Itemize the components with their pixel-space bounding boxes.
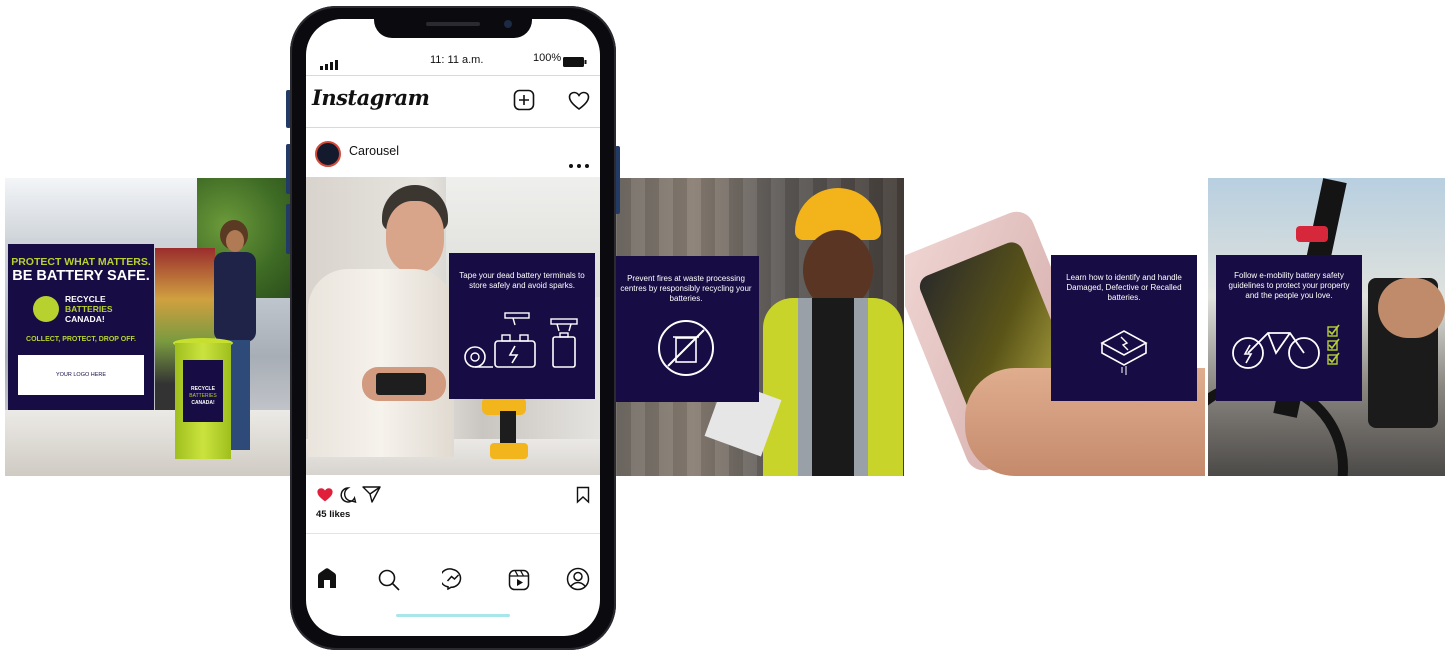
battery-in-hand xyxy=(376,373,426,395)
info-card-3: Prevent fires at waste processing centre… xyxy=(613,256,759,402)
nav-divider xyxy=(306,533,600,534)
man-face xyxy=(386,201,444,273)
share-icon[interactable] xyxy=(362,485,381,508)
poster-headline-2: BE BATTERY SAFE. xyxy=(12,268,150,284)
post-image[interactable]: Tape your dead battery terminals to stor… xyxy=(306,177,600,475)
bin-label-1: RECYCLE xyxy=(191,386,215,392)
instagram-logo: Instagram xyxy=(312,85,430,110)
bookmark-icon[interactable] xyxy=(576,486,590,509)
comment-icon[interactable] xyxy=(339,486,357,509)
post-username[interactable]: Carousel xyxy=(349,144,399,158)
bin-label-3: CANADA! xyxy=(191,400,215,406)
safety-vest xyxy=(763,298,903,476)
likes-count: 45 likes xyxy=(316,509,351,520)
slide-3: Prevent fires at waste processing centre… xyxy=(603,178,904,476)
poster-logo-line-2: BATTERIES xyxy=(65,304,113,314)
info-text-3: Prevent fires at waste processing centre… xyxy=(620,274,752,303)
avatar[interactable] xyxy=(315,141,341,167)
poster-headline-1: PROTECT WHAT MATTERS. xyxy=(11,256,151,268)
poster-tagline: COLLECT, PROTECT, DROP OFF. xyxy=(26,336,136,343)
info-card-5: Follow e-mobility battery safety guideli… xyxy=(1216,255,1362,401)
info-text-2: Tape your dead battery terminals to stor… xyxy=(459,271,585,290)
info-card-4: Learn how to identify and handle Damaged… xyxy=(1051,255,1197,401)
more-icon[interactable] xyxy=(568,156,590,174)
home-icon[interactable] xyxy=(316,567,338,594)
bin-label-2: BATTERIES xyxy=(189,393,217,399)
rider-hand xyxy=(1378,278,1445,338)
profile-icon[interactable] xyxy=(566,567,590,596)
slide-1: PROTECT WHAT MATTERS. BE BATTERY SAFE. R… xyxy=(5,178,292,476)
battery-icon xyxy=(563,54,587,72)
messenger-icon[interactable] xyxy=(439,568,464,595)
poster-logo: RECYCLE BATTERIES CANADA! xyxy=(33,294,129,326)
front-camera xyxy=(504,20,512,28)
taped-battery-icon xyxy=(464,312,578,368)
poster-panel: PROTECT WHAT MATTERS. BE BATTERY SAFE. R… xyxy=(8,244,154,410)
like-icon[interactable] xyxy=(316,487,334,508)
ebike-checklist-icon xyxy=(1232,324,1340,369)
power-drill xyxy=(482,397,538,461)
poster-logo-line-3: CANADA! xyxy=(65,314,105,324)
status-battery-percent: 100% xyxy=(533,52,562,64)
search-icon[interactable] xyxy=(378,569,400,596)
phone-screen: 11: 11 a.m. 100% Instagram Carousel Tape… xyxy=(306,19,600,636)
signal-icon xyxy=(320,57,338,75)
header-divider xyxy=(306,127,600,128)
bin-label-panel: RECYCLE BATTERIES CANADA! xyxy=(183,360,223,422)
logo-placeholder-text: YOUR LOGO HERE xyxy=(55,372,107,378)
home-indicator xyxy=(396,614,510,617)
heart-icon[interactable] xyxy=(568,91,590,116)
status-time: 11: 11 a.m. xyxy=(430,54,484,66)
man xyxy=(306,177,456,457)
info-card-2: Tape your dead battery terminals to stor… xyxy=(449,253,595,399)
collection-bin: RECYCLE BATTERIES CANADA! xyxy=(173,338,233,464)
slide-4: Learn how to identify and handle Damaged… xyxy=(905,178,1206,476)
man-sweater xyxy=(308,269,454,457)
phone-notch xyxy=(374,12,532,38)
info-text-4: Learn how to identify and handle Damaged… xyxy=(1066,273,1182,302)
slide-5: Follow e-mobility battery safety guideli… xyxy=(1208,178,1445,476)
reels-icon[interactable] xyxy=(508,569,530,596)
damaged-battery-icon xyxy=(1100,330,1148,375)
poster-logo-line-1: RECYCLE xyxy=(65,294,106,304)
logo-placeholder-box: YOUR LOGO HERE xyxy=(18,355,144,395)
no-trash-icon xyxy=(658,320,714,376)
status-divider xyxy=(306,75,600,76)
info-text-5: Follow e-mobility battery safety guideli… xyxy=(1228,271,1350,300)
speaker-grille xyxy=(426,22,480,26)
bike-clamp xyxy=(1296,226,1328,242)
new-post-icon[interactable] xyxy=(513,89,535,116)
recycle-logo-icon xyxy=(33,296,59,322)
